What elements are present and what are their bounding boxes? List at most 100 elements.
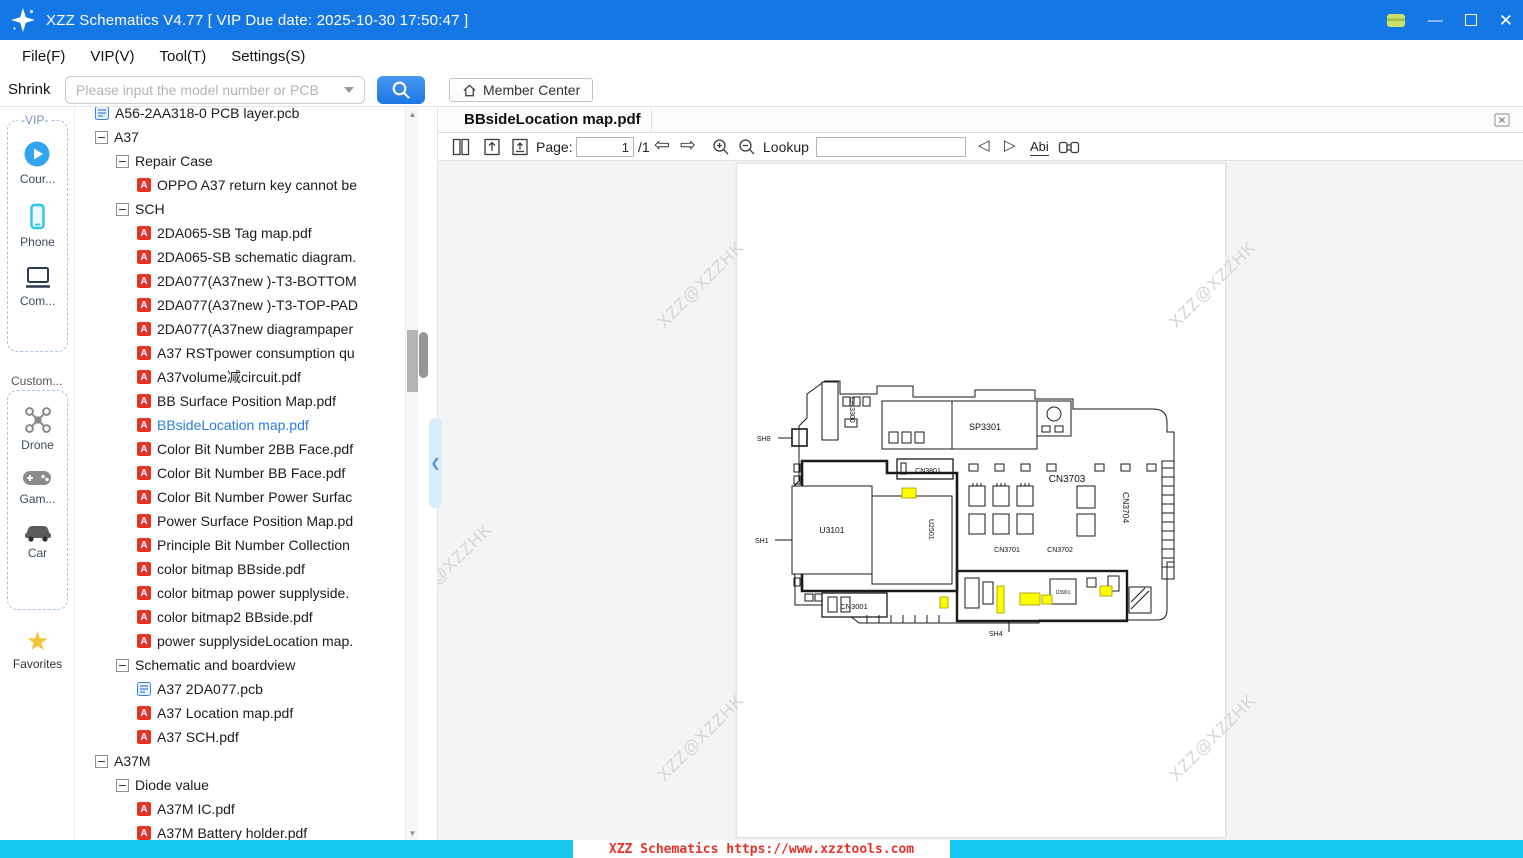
pdf-file-icon: A (137, 634, 151, 648)
custom-group-label: Custom... (8, 374, 66, 388)
tree-item[interactable]: A A37volume减circuit.pdf (75, 365, 405, 389)
tree-item[interactable]: A BBsideLocation map.pdf (75, 413, 405, 437)
tree-item[interactable]: A Color Bit Number BB Face.pdf (75, 461, 405, 485)
tree-folder[interactable]: Schematic and boardview (75, 653, 405, 677)
tree-item-label: Repair Case (135, 153, 213, 169)
drone-icon (24, 407, 51, 433)
tree-item[interactable]: A Color Bit Number Power Surfac (75, 485, 405, 509)
tree-item[interactable]: A A37 RSTpower consumption qu (75, 341, 405, 365)
close-document-icon[interactable] (1493, 111, 1511, 129)
collapse-toggle-icon[interactable] (95, 754, 108, 768)
sidebar-item-favorites[interactable]: ★ Favorites (0, 628, 75, 671)
vip-group-label: -VIP- (18, 113, 52, 127)
collapse-toggle-icon[interactable] (95, 130, 108, 144)
pdf-canvas[interactable]: XZZ@XZZHK XZZ@XZZHK XZZ@XZZHK XZZ@XZZHK XZZ@… (438, 161, 1523, 840)
tree-item[interactable]: A A37 SCH.pdf (75, 725, 405, 749)
tree-folder[interactable]: A37 (75, 125, 405, 149)
menu-file[interactable]: File(F) (16, 44, 71, 69)
ref-sp3301: SP3301 (969, 422, 1001, 432)
status-link[interactable]: XZZ Schematics https://www.xzztools.com (609, 842, 914, 857)
dropdown-caret-icon[interactable] (344, 87, 354, 93)
tree-item-label: A56-2AA318-0 PCB layer.pcb (115, 107, 300, 121)
tree-item[interactable]: A 2DA065-SB Tag map.pdf (75, 221, 405, 245)
tree-item[interactable]: Acolor bitmap BBside.pdf (75, 557, 405, 581)
menu-tool[interactable]: Tool(T) (154, 44, 213, 69)
two-page-view-icon[interactable] (451, 137, 471, 157)
tree-item[interactable]: A A37M Battery holder.pdf (75, 821, 405, 840)
tree-item-label: A37M IC.pdf (157, 801, 235, 817)
page-number-input[interactable] (576, 137, 634, 157)
document-tab-bar: BBsideLocation map.pdf (438, 107, 1523, 133)
sidebar-item-car[interactable]: Car (22, 521, 54, 560)
document-tab[interactable]: BBsideLocation map.pdf (464, 111, 641, 128)
file-tree-panel: A56-2AA318-0 PCB layer.pcb A37 Repair Case… (75, 107, 405, 840)
tree-item[interactable]: A A37M IC.pdf (75, 797, 405, 821)
fit-page-icon[interactable] (482, 137, 502, 157)
quick-access-sidebar: -VIP- Cour... Phone Com... Custom... Dro… (0, 107, 75, 840)
tree-item[interactable]: A56-2AA318-0 PCB layer.pcb (75, 107, 405, 125)
sidebar-item-drone[interactable]: Drone (21, 405, 54, 452)
scroll-down-arrow[interactable]: ▼ (406, 826, 419, 840)
sidebar-item-game[interactable]: Gam... (19, 467, 56, 506)
previous-page-icon[interactable]: ⇦ (654, 136, 670, 155)
pdf-file-icon: A (137, 610, 151, 624)
previous-result-icon[interactable]: ◁ (978, 138, 990, 153)
course-play-icon (24, 141, 50, 167)
tree-item[interactable]: A Power Surface Position Map.pd (75, 509, 405, 533)
scroll-up-arrow[interactable]: ▲ (406, 107, 419, 121)
next-result-icon[interactable]: ▷ (1004, 138, 1016, 153)
panel-collapse-handle[interactable]: ❮ (429, 418, 442, 508)
binoculars-icon[interactable] (1058, 139, 1080, 155)
next-page-icon[interactable]: ⇨ (680, 136, 696, 155)
close-button[interactable]: ✕ (1499, 12, 1513, 29)
lookup-input[interactable] (816, 137, 966, 157)
tree-item-label: A37 2DA077.pcb (157, 681, 263, 697)
tree-item[interactable]: A Principle Bit Number Collection (75, 533, 405, 557)
member-center-button[interactable]: Member Center (449, 78, 594, 102)
tree-item[interactable]: A 2DA065-SB schematic diagram. (75, 245, 405, 269)
overlay-scrollbar-thumb[interactable] (419, 332, 428, 378)
collapse-toggle-icon[interactable] (116, 778, 129, 792)
collapse-toggle-icon[interactable] (116, 154, 129, 168)
fit-width-icon[interactable] (510, 137, 530, 157)
tree-folder[interactable]: Diode value (75, 773, 405, 797)
tree-folder[interactable]: A37M (75, 749, 405, 773)
tree-item[interactable]: Acolor bitmap power supplyside. (75, 581, 405, 605)
ref-cn3704: CN3704 (1121, 492, 1131, 523)
shrink-button[interactable]: Shrink (8, 81, 51, 98)
tree-item[interactable]: A 2DA077(A37new diagrampaper (75, 317, 405, 341)
sidebar-item-phone[interactable]: Phone (20, 202, 55, 249)
scrollbar-thumb[interactable] (407, 330, 418, 392)
collapse-toggle-icon[interactable] (116, 202, 129, 216)
custom-group: Drone Gam... Car (7, 390, 68, 610)
tree-item-label: A37 SCH.pdf (157, 729, 239, 745)
tree-folder[interactable]: SCH (75, 197, 405, 221)
app-logo-icon (10, 7, 36, 33)
match-case-icon[interactable]: Abi (1030, 139, 1049, 156)
minimize-button[interactable]: — (1428, 13, 1443, 28)
sidebar-item-computer[interactable]: Com... (20, 265, 55, 308)
tree-item[interactable]: A OPPO A37 return key cannot be (75, 173, 405, 197)
tree-item[interactable]: A 2DA077(A37new )-T3-BOTTOM (75, 269, 405, 293)
tree-item[interactable]: Apower supplysideLocation map. (75, 629, 405, 653)
collapse-toggle-icon[interactable] (116, 658, 129, 672)
sidebar-item-course[interactable]: Cour... (20, 139, 55, 186)
tree-item[interactable]: A A37 Location map.pdf (75, 701, 405, 725)
tree-item[interactable]: A Color Bit Number 2BB Face.pdf (75, 437, 405, 461)
tree-item[interactable]: A BB Surface Position Map.pdf (75, 389, 405, 413)
tree-item[interactable]: Acolor bitmap2 BBside.pdf (75, 605, 405, 629)
tree-folder[interactable]: Repair Case (75, 149, 405, 173)
tree-item[interactable]: A 2DA077(A37new )-T3-TOP-PAD (75, 293, 405, 317)
zoom-out-icon[interactable] (737, 137, 757, 157)
tree-item-label: BBsideLocation map.pdf (157, 417, 309, 433)
tree-scrollbar[interactable]: ▲ ▼ (405, 107, 418, 840)
maximize-button[interactable] (1464, 14, 1477, 26)
search-button[interactable] (377, 76, 425, 104)
vip-card-icon[interactable] (1386, 11, 1406, 29)
menu-settings[interactable]: Settings(S) (225, 44, 311, 69)
tree-item[interactable]: A37 2DA077.pcb (75, 677, 405, 701)
model-search-input[interactable] (76, 78, 344, 102)
pdf-file-icon: A (137, 322, 151, 336)
menu-vip[interactable]: VIP(V) (84, 44, 140, 69)
zoom-in-icon[interactable] (711, 137, 731, 157)
